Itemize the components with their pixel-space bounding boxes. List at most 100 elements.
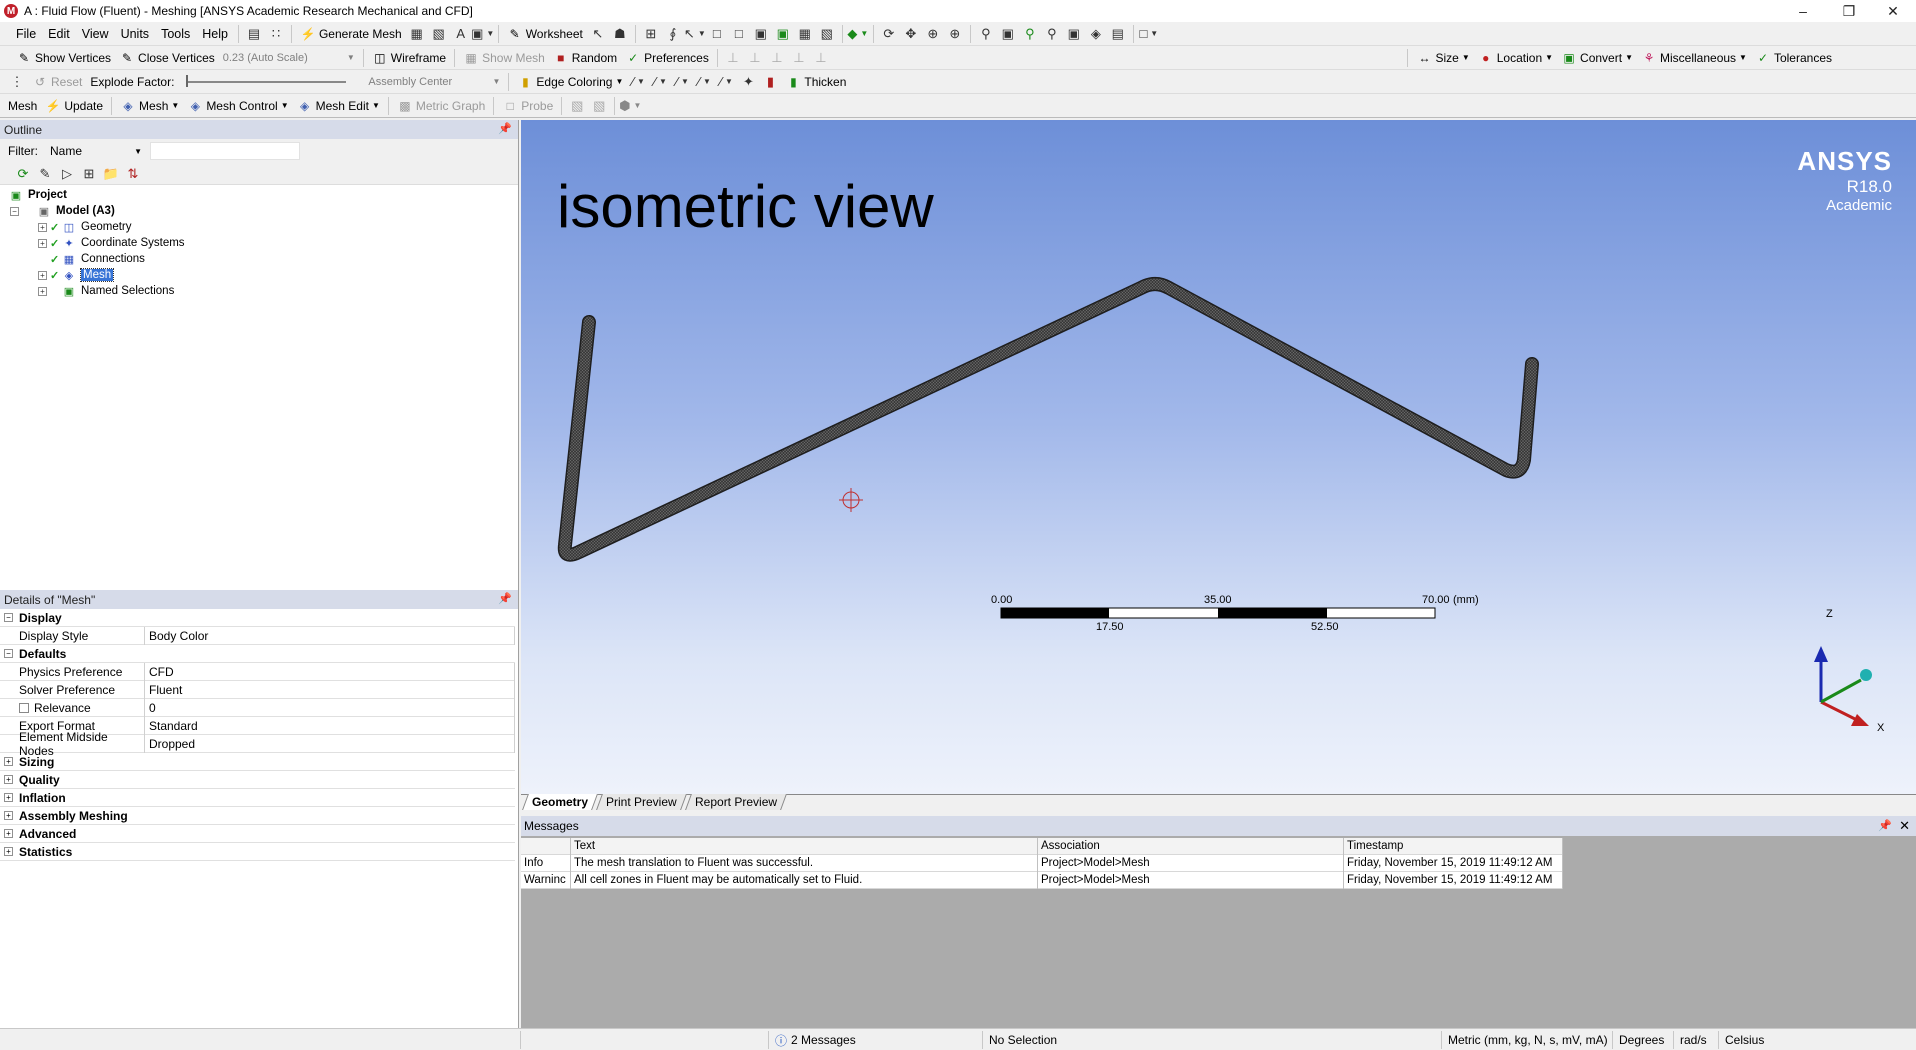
min-max-icon[interactable]: ▧: [566, 96, 588, 116]
filter-input[interactable]: [150, 142, 300, 160]
thicken-button[interactable]: ▮ Thicken: [781, 72, 850, 92]
expand-icon[interactable]: +: [4, 829, 13, 838]
menu-units[interactable]: Units: [115, 27, 155, 41]
coordinate-icon[interactable]: ∮: [662, 24, 684, 44]
group-quality[interactable]: + Quality: [0, 771, 515, 789]
group-defaults[interactable]: − Defaults: [0, 645, 515, 663]
minimize-button[interactable]: –: [1780, 0, 1826, 22]
zoom-fit-icon[interactable]: ⚲: [975, 24, 997, 44]
expand-icon[interactable]: +: [38, 238, 47, 248]
label-scale-5-icon[interactable]: ⊥: [810, 48, 832, 68]
expand-icon[interactable]: +: [4, 775, 13, 784]
graphics-viewport[interactable]: isometric view ANSYS R18.0 Academic 0.00…: [521, 120, 1916, 794]
refresh-icon[interactable]: ⟳: [12, 164, 34, 184]
set-view-icon[interactable]: ▤: [1107, 24, 1129, 44]
tree-item-geometry[interactable]: + ✓ ◫ Geometry: [0, 219, 518, 235]
close-icon[interactable]: ✕: [1899, 818, 1910, 834]
collapse-icon[interactable]: −: [4, 649, 13, 658]
preview-inflation-icon[interactable]: ▧: [428, 24, 450, 44]
select-points-icon[interactable]: ⊞: [640, 24, 662, 44]
assembly-center-combo[interactable]: Assembly Center ▼: [364, 73, 504, 91]
status-units[interactable]: Metric (mm, kg, N, s, mV, mA): [1441, 1031, 1613, 1049]
tree-item-model[interactable]: − ▣ Model (A3): [0, 203, 518, 219]
reset-button[interactable]: ↺ Reset: [28, 72, 86, 92]
menu-file[interactable]: File: [10, 27, 42, 41]
tree-item-mesh[interactable]: + ✓ ◈ Mesh: [0, 267, 518, 283]
preferences-button[interactable]: ✓ Preferences: [621, 48, 713, 68]
collapse-icon[interactable]: −: [4, 613, 13, 622]
select-edge-icon[interactable]: □: [728, 24, 750, 44]
label-scale-3-icon[interactable]: ⊥: [766, 48, 788, 68]
menu-tools[interactable]: Tools: [155, 27, 196, 41]
folder-icon[interactable]: 📁: [100, 164, 122, 184]
zoom-box-icon[interactable]: ⊕: [944, 24, 966, 44]
message-row[interactable]: Info The mesh translation to Fluent was …: [521, 854, 1563, 872]
metric-graph-button[interactable]: ▩ Metric Graph: [393, 96, 489, 116]
message-row[interactable]: Warninc All cell zones in Fluent may be …: [521, 871, 1563, 889]
preview-surface-icon[interactable]: ▦: [406, 24, 428, 44]
status-temp-units[interactable]: Celsius: [1718, 1031, 1798, 1049]
probe-button[interactable]: □ Probe: [498, 96, 557, 116]
close-vertices-button[interactable]: ✎ Close Vertices: [115, 48, 219, 68]
command-prompt-icon[interactable]: ▤: [243, 24, 265, 44]
expand-icon[interactable]: +: [4, 757, 13, 766]
show-vertices-button[interactable]: ✎ Show Vertices: [12, 48, 115, 68]
show-mesh-button[interactable]: ▦ Show Mesh: [459, 48, 549, 68]
pin-edge-icon[interactable]: ✦: [737, 72, 759, 92]
filter-select[interactable]: Name ▼: [46, 142, 146, 160]
expand-icon[interactable]: +: [38, 270, 47, 280]
select-face-icon[interactable]: ▣: [750, 24, 772, 44]
expand-icon[interactable]: +: [4, 793, 13, 802]
location-button[interactable]: ● Location ▼: [1474, 48, 1557, 68]
size-button[interactable]: ↔ Size ▼: [1412, 48, 1473, 68]
tree-filter-icon[interactable]: ▷: [56, 164, 78, 184]
tab-print-preview[interactable]: Print Preview: [596, 794, 687, 810]
update-button[interactable]: ⚡ Update: [41, 96, 107, 116]
edge-style-3-icon[interactable]: ∕ ▼: [671, 72, 693, 92]
row-relevance[interactable]: Relevance 0: [0, 698, 515, 717]
label-scale-2-icon[interactable]: ⊥: [744, 48, 766, 68]
sort-icon[interactable]: ⇅: [122, 164, 144, 184]
group-display[interactable]: − Display: [0, 609, 515, 627]
group-assembly-meshing[interactable]: + Assembly Meshing: [0, 807, 515, 825]
expand-icon[interactable]: +: [38, 222, 47, 232]
iso-view-icon[interactable]: ◈: [1085, 24, 1107, 44]
tree-item-connections[interactable]: ✓ ▦ Connections: [0, 251, 518, 267]
close-button[interactable]: ✕: [1870, 0, 1916, 22]
zoom-to-fit-icon[interactable]: ▣: [997, 24, 1019, 44]
text-annotation-icon[interactable]: A: [450, 24, 472, 44]
expand-icon[interactable]: +: [38, 286, 47, 296]
menu-view[interactable]: View: [76, 27, 115, 41]
clear-filter-icon[interactable]: ✎: [34, 164, 56, 184]
magnifier-icon[interactable]: ⚲: [1019, 24, 1041, 44]
image-icon[interactable]: ▣ ▼: [471, 24, 494, 44]
model-canvas[interactable]: [521, 120, 1916, 794]
row-display-style[interactable]: Display Style Body Color: [0, 626, 515, 645]
tree-item-project[interactable]: ▣ Project: [0, 187, 518, 203]
group-inflation[interactable]: + Inflation: [0, 789, 515, 807]
select-vertex-icon[interactable]: □: [706, 24, 728, 44]
convert-button[interactable]: ▣ Convert ▼: [1557, 48, 1637, 68]
next-view-icon[interactable]: ▣: [1063, 24, 1085, 44]
select-mode-icon[interactable]: ↖ ▼: [684, 24, 706, 44]
edge-style-5-icon[interactable]: ∕ ▼: [715, 72, 737, 92]
edge-width-icon[interactable]: ▮: [759, 72, 781, 92]
tab-report-preview[interactable]: Report Preview: [684, 794, 787, 810]
rotate-icon[interactable]: ⟳: [878, 24, 900, 44]
explode-slider-thumb[interactable]: [186, 74, 189, 87]
label-scale-1-icon[interactable]: ⊥: [722, 48, 744, 68]
generate-mesh-button[interactable]: ⚡ Generate Mesh: [296, 24, 406, 44]
min-max-2-icon[interactable]: ▧: [588, 96, 610, 116]
status-messages[interactable]: ⓘ 2 Messages: [768, 1031, 983, 1049]
miscellaneous-button[interactable]: ⚘ Miscellaneous ▼: [1637, 48, 1751, 68]
cursor-help-icon[interactable]: ↖: [587, 24, 609, 44]
random-button[interactable]: ■ Random: [549, 48, 621, 68]
label-scale-4-icon[interactable]: ⊥: [788, 48, 810, 68]
wireframe-button[interactable]: ◫ Wireframe: [368, 48, 450, 68]
extend-selection-icon[interactable]: ◆ ▼: [847, 24, 869, 44]
edge-style-2-icon[interactable]: ∕ ▼: [649, 72, 671, 92]
edge-style-4-icon[interactable]: ∕ ▼: [693, 72, 715, 92]
group-advanced[interactable]: + Advanced: [0, 825, 515, 843]
tag-icon[interactable]: ☗: [609, 24, 631, 44]
restore-button[interactable]: ❐: [1826, 0, 1872, 22]
